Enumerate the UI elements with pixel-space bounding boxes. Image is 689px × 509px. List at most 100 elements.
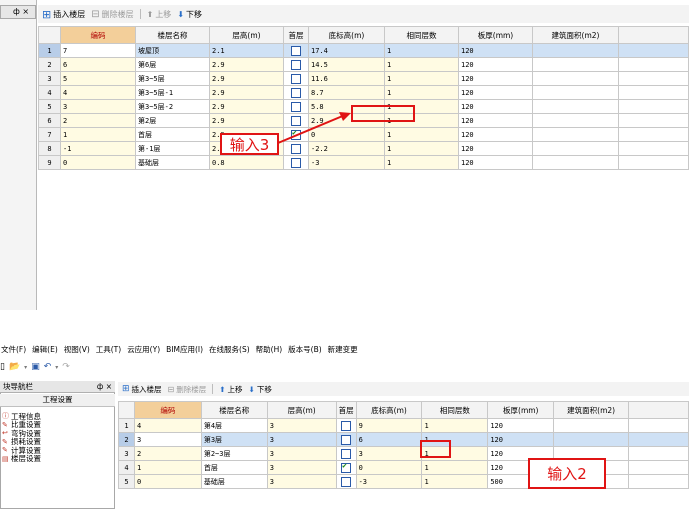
row-number-cell: 5 bbox=[118, 474, 135, 489]
bottom-floor-toolbar: ⊞ 插入楼层 ⊟ 删除楼层 ⬆ 上移 ⬇ 下移 bbox=[118, 382, 689, 396]
menu-item[interactable]: 工具(T) bbox=[96, 344, 121, 355]
menu-item[interactable]: 视图(V) bbox=[64, 344, 90, 355]
base-elevation-cell[interactable]: 6 bbox=[355, 432, 423, 447]
base-elevation-cell[interactable]: 3 bbox=[355, 446, 423, 461]
col-header-area[interactable]: 建筑面积(m2) bbox=[553, 401, 630, 419]
bottom-delete-floor-button[interactable]: ⊟ 删除楼层 bbox=[168, 384, 207, 395]
base-elevation-cell[interactable]: -3 bbox=[355, 474, 423, 489]
col-header-first[interactable]: 首层 bbox=[335, 401, 357, 419]
slab-thickness-cell[interactable]: 120 bbox=[487, 418, 555, 433]
project-settings-header[interactable]: 工程设置 bbox=[0, 394, 115, 407]
redo-icon[interactable]: ↷ bbox=[62, 362, 70, 372]
first-floor-checkbox[interactable] bbox=[341, 462, 352, 473]
building-area-cell[interactable] bbox=[553, 432, 630, 447]
menu-item[interactable]: 文件(F) bbox=[1, 344, 26, 355]
first-floor-cell[interactable] bbox=[335, 474, 357, 489]
blank-cell bbox=[628, 446, 689, 461]
first-floor-cell[interactable] bbox=[335, 460, 357, 475]
arrow-down-icon: ⬇ bbox=[248, 384, 255, 394]
floor-name-cell[interactable]: 首层 bbox=[200, 460, 268, 475]
first-floor-cell[interactable] bbox=[335, 432, 357, 447]
toolbar-separator bbox=[212, 384, 214, 394]
annotation-highlight-box-bottom bbox=[420, 440, 451, 458]
base-elevation-cell[interactable]: 0 bbox=[355, 460, 423, 475]
bottom-move-up-label: 上移 bbox=[227, 384, 243, 394]
same-count-cell[interactable]: 1 bbox=[421, 418, 489, 433]
floor-name-cell[interactable]: 第4层 bbox=[200, 418, 268, 433]
bottom-move-down-button[interactable]: ⬇ 下移 bbox=[249, 384, 272, 395]
col-header-code[interactable]: 编码 bbox=[133, 401, 202, 419]
menu-item[interactable]: 新建变更 bbox=[328, 344, 358, 355]
blank-cell bbox=[628, 418, 689, 433]
nav-item-icon: ▤ bbox=[2, 454, 9, 463]
nav-item-icon: ✎ bbox=[2, 446, 8, 455]
base-elevation-cell[interactable]: 9 bbox=[355, 418, 423, 433]
floor-name-cell[interactable]: 基础层 bbox=[200, 474, 268, 489]
floor-height-cell[interactable]: 3 bbox=[266, 432, 337, 447]
code-cell[interactable]: 1 bbox=[133, 460, 202, 475]
quick-access-toolbar: ▯ 📂 ▾ ▣ ↶ ▾ ↷ bbox=[0, 359, 120, 375]
first-floor-checkbox[interactable] bbox=[341, 476, 352, 487]
table-row[interactable]: 1 4 第4层 3 9 1 120 bbox=[118, 418, 689, 433]
floor-height-cell[interactable]: 3 bbox=[266, 460, 337, 475]
delete-floor-icon: ⊟ bbox=[167, 384, 175, 394]
top-annotation-arrow bbox=[277, 114, 346, 144]
bottom-insert-floor-button[interactable]: ⊞ 插入楼层 bbox=[122, 384, 162, 395]
floor-height-cell[interactable]: 3 bbox=[266, 474, 337, 489]
code-cell[interactable]: 2 bbox=[133, 446, 202, 461]
bottom-insert-floor-label: 插入楼层 bbox=[131, 384, 162, 394]
annotation-callout-bottom: 输入2 bbox=[528, 458, 606, 489]
slab-thickness-cell[interactable]: 120 bbox=[487, 432, 555, 447]
first-floor-cell[interactable] bbox=[335, 418, 357, 433]
first-floor-checkbox[interactable] bbox=[341, 420, 352, 431]
undo-dropdown-icon[interactable]: ▾ bbox=[55, 364, 58, 371]
floor-height-cell[interactable]: 3 bbox=[266, 418, 337, 433]
same-count-cell[interactable]: 1 bbox=[421, 474, 489, 489]
floor-name-cell[interactable]: 第2~3层 bbox=[200, 446, 268, 461]
insert-floor-icon: ⊞ bbox=[122, 384, 130, 394]
same-count-cell[interactable]: 1 bbox=[421, 460, 489, 475]
corner-cell bbox=[118, 401, 135, 419]
col-header-name[interactable]: 楼层名称 bbox=[200, 401, 268, 419]
nav-item-icon: ↩ bbox=[2, 429, 8, 438]
menu-bar: 文件(F) 编辑(E) 视图(V) 工具(T) 云应用(Y) BIM应用(I) 在线服务(S… bbox=[0, 342, 689, 357]
row-number-cell: 1 bbox=[118, 418, 135, 433]
first-floor-cell[interactable] bbox=[335, 446, 357, 461]
col-header-slab[interactable]: 板厚(mm) bbox=[487, 401, 555, 419]
blank-cell bbox=[628, 474, 689, 489]
undo-icon[interactable]: ↶ bbox=[44, 362, 52, 372]
save-icon[interactable]: ▣ bbox=[31, 362, 40, 372]
code-cell[interactable]: 4 bbox=[133, 418, 202, 433]
nav-item-label: 楼层设置 bbox=[11, 454, 41, 464]
menu-item[interactable]: 版本号(B) bbox=[288, 344, 322, 355]
col-header-same[interactable]: 相同层数 bbox=[421, 401, 489, 419]
code-cell[interactable]: 0 bbox=[133, 474, 202, 489]
row-number-cell: 2 bbox=[118, 432, 135, 447]
table-row[interactable]: 2 3 第3层 3 6 1 120 bbox=[118, 432, 689, 447]
navigation-panel-title: 块导航栏 ф × bbox=[0, 381, 115, 393]
menu-item[interactable]: 帮助(H) bbox=[256, 344, 283, 355]
nav-item-icon: ⓘ bbox=[2, 412, 9, 421]
navigation-list: ⓘ 工程信息 ✎ 比重设置 ↩ 弯钩设置 ✎ 损耗设置 ✎ 计算设置 ▤ 楼层设置 bbox=[2, 412, 112, 464]
first-floor-checkbox[interactable] bbox=[341, 448, 352, 459]
navigation-dock-controls[interactable]: ф × bbox=[97, 382, 112, 391]
dropdown-arrow-icon[interactable]: ▾ bbox=[24, 364, 27, 371]
col-header-height[interactable]: 层高(m) bbox=[266, 401, 337, 419]
row-number-cell: 3 bbox=[118, 446, 135, 461]
nav-item[interactable]: ▤ 楼层设置 bbox=[2, 454, 112, 464]
building-area-cell[interactable] bbox=[553, 418, 630, 433]
bottom-move-up-button[interactable]: ⬆ 上移 bbox=[219, 384, 242, 395]
first-floor-checkbox[interactable] bbox=[341, 434, 352, 445]
floor-name-cell[interactable]: 第3层 bbox=[200, 432, 268, 447]
blank-cell bbox=[628, 432, 689, 447]
col-header-blank bbox=[628, 401, 689, 419]
col-header-base[interactable]: 底标高(m) bbox=[355, 401, 423, 419]
menu-item[interactable]: 在线服务(S) bbox=[209, 344, 250, 355]
floor-height-cell[interactable]: 3 bbox=[266, 446, 337, 461]
menu-item[interactable]: 云应用(Y) bbox=[127, 344, 160, 355]
menu-item[interactable]: BIM应用(I) bbox=[166, 344, 203, 355]
code-cell[interactable]: 3 bbox=[133, 432, 202, 447]
open-folder-icon[interactable]: 📂 bbox=[9, 362, 20, 372]
document-icon[interactable]: ▯ bbox=[0, 362, 5, 372]
menu-item[interactable]: 编辑(E) bbox=[32, 344, 58, 355]
